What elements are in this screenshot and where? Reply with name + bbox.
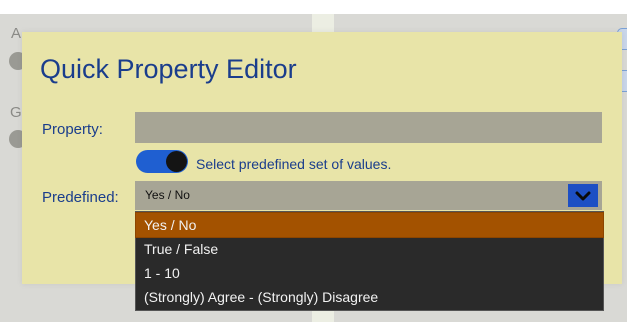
property-label: Property: (42, 121, 103, 138)
chevron-down-icon[interactable] (568, 184, 598, 207)
dropdown-option[interactable]: True / False (136, 237, 603, 261)
background-letter: G (10, 104, 22, 121)
predefined-select-value: Yes / No (145, 188, 190, 202)
app-stage: A G Quick Property Editor Property: Sele… (0, 0, 627, 322)
predefined-label: Predefined: (42, 189, 119, 206)
property-input[interactable] (135, 112, 602, 143)
predefined-dropdown-list: Yes / No True / False 1 - 10 (Strongly) … (135, 211, 604, 311)
dropdown-option[interactable]: (Strongly) Agree - (Strongly) Disagree (136, 285, 603, 309)
predefined-toggle[interactable] (136, 150, 188, 173)
dropdown-option[interactable]: 1 - 10 (136, 261, 603, 285)
toggle-knob (166, 151, 187, 172)
dialog-title: Quick Property Editor (40, 54, 297, 84)
toggle-label: Select predefined set of values. (196, 156, 392, 172)
predefined-select[interactable]: Yes / No (135, 181, 602, 210)
dropdown-option[interactable]: Yes / No (135, 212, 604, 238)
background-letter: A (11, 25, 22, 42)
